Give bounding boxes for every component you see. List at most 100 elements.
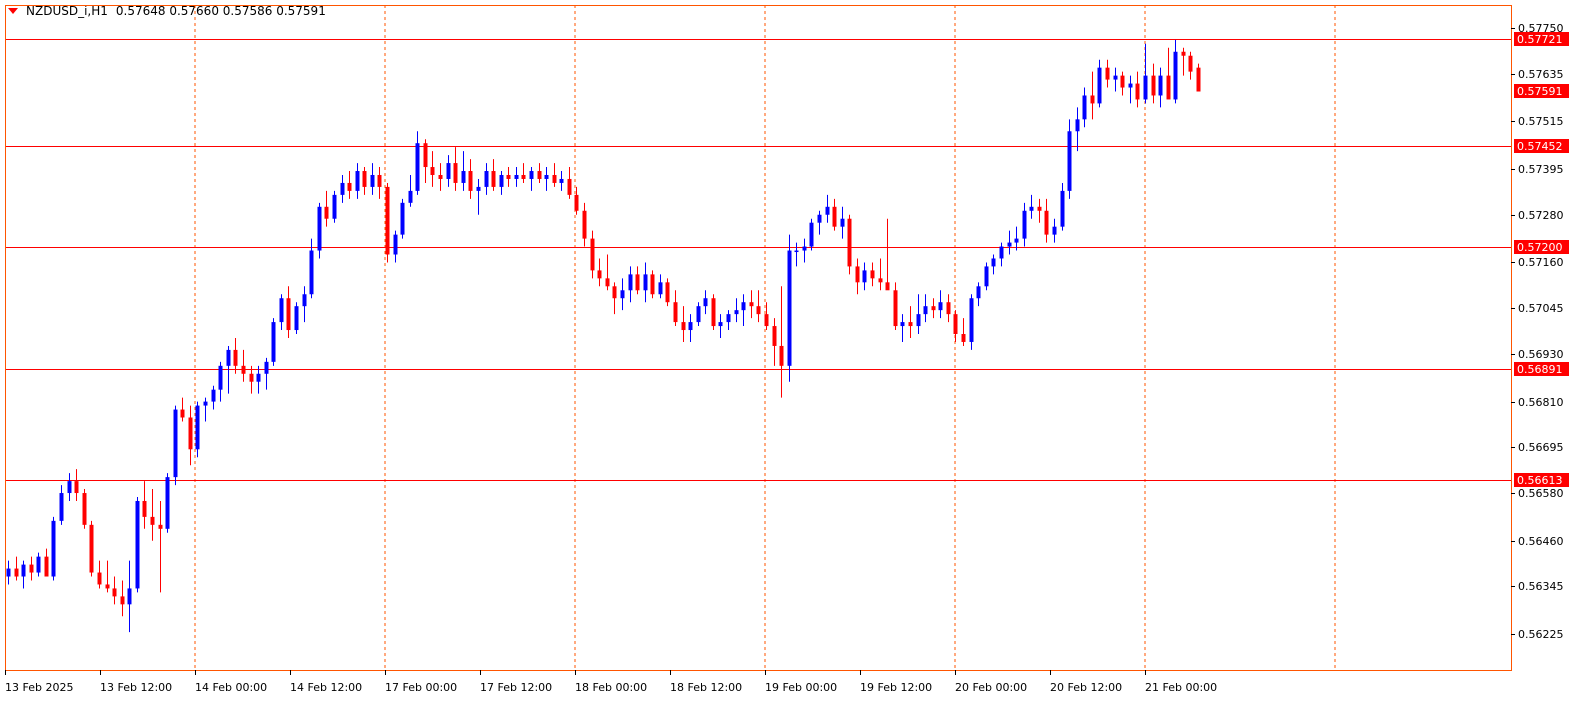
bull-candle: [969, 294, 974, 350]
bull-candle: [688, 314, 693, 342]
price-tag-label: 0.57452: [1517, 140, 1563, 153]
bull-candle: [484, 163, 489, 195]
candle-body: [628, 274, 633, 291]
candle-body: [658, 282, 663, 295]
bull-candle: [1113, 67, 1118, 92]
bear-candle: [423, 139, 428, 183]
time-label: 21 Feb 00:00: [1145, 681, 1217, 694]
candle-body: [696, 306, 701, 323]
candle-body: [870, 270, 875, 279]
candle-body: [711, 298, 716, 327]
bull-candle: [840, 206, 845, 239]
candle-body: [817, 214, 822, 223]
bull-candle: [794, 242, 799, 267]
candle-body: [74, 481, 79, 494]
bear-candle: [567, 167, 572, 199]
candle-body: [673, 302, 678, 323]
price-chart[interactable]: 0.577500.576350.575150.573950.572800.571…: [0, 0, 1586, 708]
chart-window[interactable]: NZDUSD_i,H1 0.57648 0.57660 0.57586 0.57…: [0, 0, 1586, 708]
candle-body: [1052, 226, 1057, 235]
bear-candle: [286, 286, 291, 338]
bear-candle: [180, 397, 185, 422]
candle-body: [67, 481, 72, 494]
bear-candle: [188, 405, 193, 466]
bull-candle: [787, 234, 792, 382]
bear-candle: [120, 580, 125, 617]
candle-body: [567, 178, 572, 195]
candle-body: [29, 564, 34, 573]
candle-body: [233, 349, 238, 366]
bull-candle: [332, 190, 337, 223]
bear-candle: [756, 290, 761, 323]
candle-body: [718, 322, 723, 327]
candle-body: [393, 234, 398, 255]
bear-candle: [14, 556, 19, 581]
chart-frame: [5, 5, 1512, 671]
bull-candle: [976, 282, 981, 307]
candle-body: [44, 556, 49, 577]
bear-candle: [931, 298, 936, 319]
time-label: 20 Feb 12:00: [1050, 681, 1122, 694]
candle-body: [271, 322, 276, 362]
candle-body: [468, 171, 473, 191]
candle-body: [14, 568, 19, 577]
candle-body: [51, 520, 56, 577]
candle-body: [1075, 119, 1080, 132]
bear-candle: [635, 266, 640, 295]
bear-candle: [362, 167, 367, 195]
candle-body: [1166, 75, 1171, 100]
bull-candle: [938, 290, 943, 319]
candle-body: [840, 218, 845, 227]
bear-candle: [150, 489, 155, 541]
bull-candle: [923, 294, 928, 323]
bull-candle: [135, 497, 140, 593]
candle-body: [991, 258, 996, 267]
time-label: 13 Feb 12:00: [100, 681, 172, 694]
level-price-tag: 0.57452: [1514, 139, 1569, 153]
level-price-tag: 0.56891: [1514, 362, 1569, 376]
bear-candle: [1105, 59, 1110, 88]
price-label: 0.57395: [1518, 163, 1564, 176]
candle-body: [385, 186, 390, 255]
candle-body: [105, 584, 110, 589]
bull-candle: [393, 230, 398, 263]
candle-body: [499, 174, 504, 187]
candle-body: [6, 568, 11, 577]
bear-candle: [158, 500, 163, 593]
bear-candle: [1090, 71, 1095, 120]
candle-body: [643, 274, 648, 291]
bull-candle: [1007, 230, 1012, 255]
candle-body: [582, 210, 587, 239]
candle-body: [21, 564, 26, 577]
candle-body: [688, 322, 693, 331]
bear-candle: [1044, 198, 1049, 243]
bull-candle: [461, 151, 466, 191]
candle-body: [264, 361, 269, 374]
bear-candle: [946, 294, 951, 323]
bull-candle: [620, 278, 625, 311]
bull-candle: [370, 163, 375, 195]
bull-candle: [658, 274, 663, 299]
bear-candle: [1166, 47, 1171, 100]
bear-candle: [893, 282, 898, 331]
candle-body: [1007, 242, 1012, 247]
time-label: 17 Feb 12:00: [480, 681, 552, 694]
bear-candle: [650, 270, 655, 299]
bull-candle: [6, 560, 11, 585]
plot-frame: [5, 5, 1512, 671]
bear-candle: [612, 282, 617, 315]
bear-candle: [105, 560, 110, 593]
candle-body: [544, 174, 549, 179]
bull-candle: [476, 178, 481, 215]
candle-body: [529, 171, 534, 179]
bull-candle: [165, 473, 170, 533]
candle-body: [794, 250, 799, 253]
bear-candle: [430, 151, 435, 187]
time-label: 18 Feb 12:00: [670, 681, 742, 694]
candle-body: [142, 500, 147, 517]
bear-candle: [521, 163, 526, 183]
bull-candle: [302, 286, 307, 323]
candle-body: [885, 282, 890, 291]
bull-candle: [1173, 39, 1178, 104]
bull-candle: [529, 167, 534, 191]
